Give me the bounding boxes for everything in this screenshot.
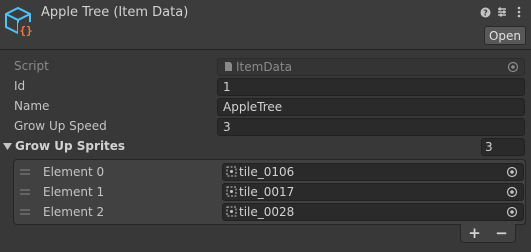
grow-up-speed-input[interactable]: 3 (217, 118, 525, 136)
svg-text:{}: {} (19, 24, 32, 37)
name-label: Name (14, 99, 50, 113)
sprite-icon (226, 186, 237, 197)
script-row: Script ItemData (0, 57, 531, 77)
drag-handle-icon[interactable] (20, 169, 30, 175)
svg-text:?: ? (483, 8, 488, 17)
id-row: Id 1 (0, 77, 531, 97)
list-item: Element 2 tile_0028 (14, 202, 527, 222)
more-options-icon[interactable] (513, 6, 525, 18)
name-row: Name AppleTree (0, 97, 531, 117)
sprite-list: Element 0 tile_0106 Element 1 tile_0017 … (13, 159, 526, 225)
object-picker-icon[interactable] (506, 206, 518, 218)
element-label: Element 2 (43, 205, 105, 219)
grow-up-speed-label: Grow Up Speed (14, 119, 107, 133)
grow-up-sprites-foldout[interactable]: Grow Up Sprites 3 (0, 137, 531, 157)
open-button[interactable]: Open (484, 26, 526, 45)
id-label: Id (14, 79, 26, 93)
sprite-field[interactable]: tile_0017 (222, 183, 524, 201)
list-item: Element 0 tile_0106 (14, 162, 527, 182)
list-footer: + − (460, 224, 516, 243)
script-file-icon (225, 62, 232, 71)
help-icon[interactable]: ? (479, 6, 491, 18)
sprite-field[interactable]: tile_0106 (222, 163, 524, 181)
drag-handle-icon[interactable] (20, 189, 30, 195)
sprite-value: tile_0106 (239, 165, 295, 179)
sprite-icon (226, 206, 237, 217)
script-value: ItemData (236, 60, 292, 74)
array-size-input[interactable]: 3 (481, 138, 525, 156)
inspector-header: {} Apple Tree (Item Data) ? Open (0, 0, 531, 50)
add-element-button[interactable]: + (465, 225, 485, 241)
id-input[interactable]: 1 (217, 78, 525, 96)
sprite-icon (226, 166, 237, 177)
scriptable-object-icon: {} (5, 6, 34, 37)
foldout-arrow-icon[interactable] (3, 143, 12, 150)
list-item: Element 1 tile_0017 (14, 182, 527, 202)
script-field[interactable]: ItemData (217, 58, 525, 76)
object-picker-icon[interactable] (506, 186, 518, 198)
object-picker-icon[interactable] (507, 61, 519, 73)
sprite-field[interactable]: tile_0028 (222, 203, 524, 221)
preset-icon[interactable] (496, 6, 508, 18)
grow-up-sprites-label: Grow Up Sprites (15, 139, 126, 153)
element-label: Element 1 (43, 185, 105, 199)
asset-title: Apple Tree (Item Data) (41, 5, 189, 20)
drag-handle-icon[interactable] (20, 209, 30, 215)
object-picker-icon[interactable] (506, 166, 518, 178)
script-label: Script (14, 59, 49, 73)
name-input[interactable]: AppleTree (217, 98, 525, 116)
sprite-value: tile_0017 (239, 185, 295, 199)
element-label: Element 0 (43, 165, 105, 179)
sprite-value: tile_0028 (239, 205, 295, 219)
remove-element-button[interactable]: − (492, 225, 512, 241)
grow-up-speed-row: Grow Up Speed 3 (0, 117, 531, 137)
